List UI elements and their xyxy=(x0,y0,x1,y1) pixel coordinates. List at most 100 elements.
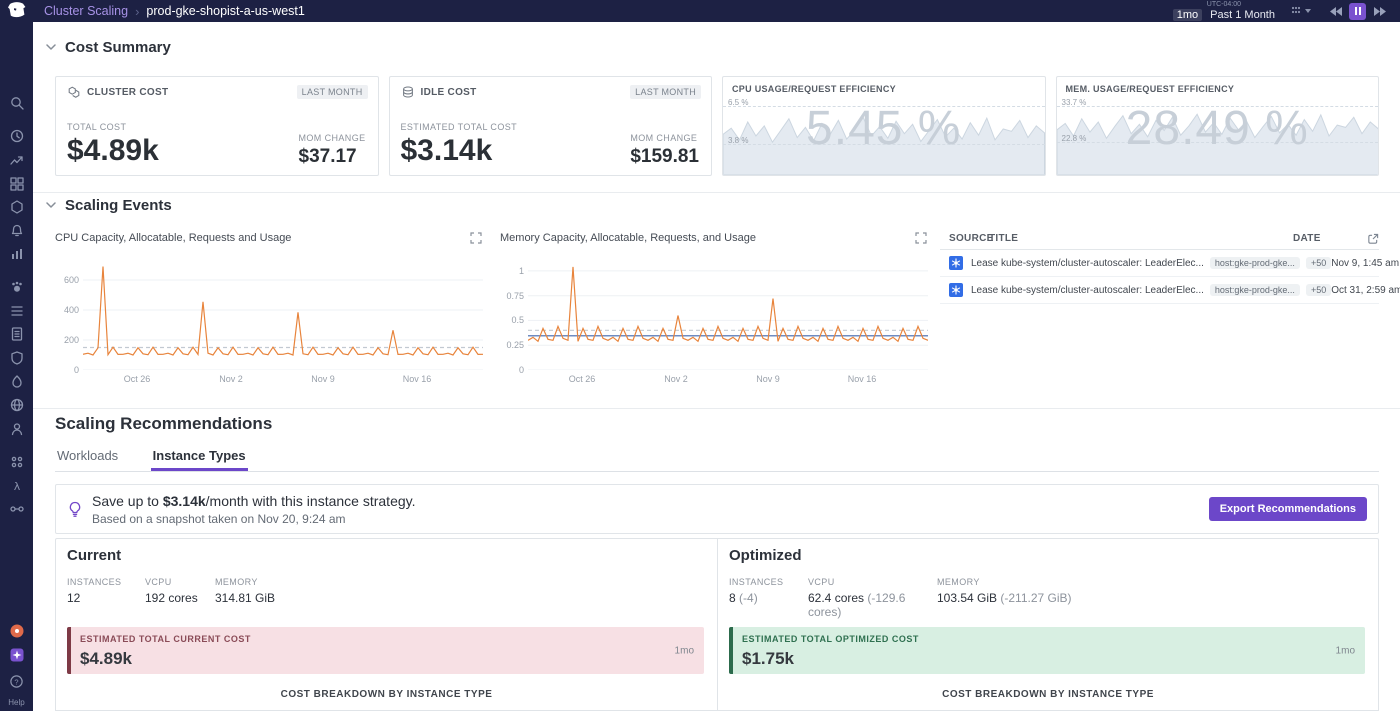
help-icon[interactable]: ? xyxy=(0,674,33,689)
dashboards-icon[interactable] xyxy=(0,176,33,192)
x-tick: Nov 16 xyxy=(848,374,877,384)
recents-icon[interactable] xyxy=(0,128,33,144)
rewind-button[interactable] xyxy=(1327,3,1344,20)
y-tick: 0 xyxy=(500,365,524,375)
memory-delta: (-211.27 GiB) xyxy=(1000,591,1071,605)
current-panel: Current INSTANCES 12 VCPU 192 cores MEMO… xyxy=(56,539,717,710)
section-divider xyxy=(33,192,1400,193)
memory-capacity-plot[interactable] xyxy=(528,256,928,370)
cost-breakdown-heading: COST BREAKDOWN BY INSTANCE TYPE xyxy=(56,689,717,700)
x-tick: Nov 9 xyxy=(311,374,335,384)
sidebar-nav: λ ? Help xyxy=(0,0,33,711)
idle-cost-card: IDLE COST LAST MONTH ESTIMATED TOTAL COS… xyxy=(389,76,713,176)
instances-stat: INSTANCES 8 (-4) xyxy=(729,577,808,619)
y-tick: 600 xyxy=(55,275,79,285)
ref-line-bottom-label: 3.8 % xyxy=(728,136,748,145)
range-badge: 1mo xyxy=(1336,645,1355,656)
lightbulb-icon xyxy=(67,501,83,518)
x-tick: Nov 16 xyxy=(403,374,432,384)
pause-icon xyxy=(1355,7,1357,15)
host-tag[interactable]: host:gke-prod-gke... xyxy=(1210,284,1300,296)
logs-icon[interactable] xyxy=(0,326,33,342)
savings-banner: Save up to $3.14k/month with this instan… xyxy=(55,484,1379,534)
forward-icon xyxy=(1373,6,1387,17)
col-date: DATE xyxy=(1293,233,1357,244)
tab-instance-types[interactable]: Instance Types xyxy=(151,446,248,471)
card-label: CPU USAGE/REQUEST EFFICIENCY xyxy=(732,84,896,94)
bits-ai-icon[interactable] xyxy=(0,647,33,663)
monitors-icon[interactable] xyxy=(0,222,33,238)
metrics-icon[interactable] xyxy=(0,246,33,262)
watchdog-icon[interactable] xyxy=(0,279,33,295)
apm-icon[interactable] xyxy=(0,374,33,390)
more-tags-badge[interactable]: +50 xyxy=(1306,284,1331,296)
view-options-button[interactable] xyxy=(1291,6,1311,16)
playback-controls xyxy=(1327,3,1388,20)
svg-text:?: ? xyxy=(14,677,18,686)
rum-icon[interactable] xyxy=(0,421,33,437)
last-month-badge: LAST MONTH xyxy=(297,85,368,99)
breadcrumb-section-link[interactable]: Cluster Scaling xyxy=(44,4,128,18)
time-range-label: Past 1 Month xyxy=(1210,9,1275,21)
search-icon[interactable] xyxy=(0,95,33,111)
optimized-cost-bar: ESTIMATED TOTAL OPTIMIZED COST $1.75k 1m… xyxy=(729,627,1365,674)
scaling-events-title: Scaling Events xyxy=(65,197,172,214)
snapshot-note: Based on a snapshot taken on Nov 20, 9:2… xyxy=(92,512,416,526)
event-date: Nov 9, 1:45 am xyxy=(1331,258,1399,269)
scaling-recommendations-title: Scaling Recommendations xyxy=(55,414,272,434)
kubernetes-icon xyxy=(949,283,963,297)
pause-button[interactable] xyxy=(1349,3,1366,20)
cost-summary-cards: CLUSTER COST LAST MONTH TOTAL COST $4.89… xyxy=(55,76,1379,176)
open-in-events-icon[interactable] xyxy=(1357,233,1379,245)
y-tick: 200 xyxy=(55,335,79,345)
cluster-cost-icon xyxy=(67,85,81,99)
x-tick: Oct 26 xyxy=(569,374,596,384)
y-tick: 1 xyxy=(500,266,524,276)
expand-icon[interactable] xyxy=(915,232,927,244)
instances-stat: INSTANCES 12 xyxy=(67,577,145,605)
breadcrumb-page: prod-gke-shopist-a-us-west1 xyxy=(146,4,304,18)
memory-stat: MEMORY 103.54 GiB (-211.27 GiB) xyxy=(937,577,1072,619)
chart-title: Memory Capacity, Allocatable, Requests, … xyxy=(500,232,756,244)
time-range-shortcut[interactable]: 1mo xyxy=(1173,9,1202,21)
datadog-logo[interactable] xyxy=(6,1,28,21)
security-icon[interactable] xyxy=(0,350,33,366)
savings-headline: Save up to $3.14k/month with this instan… xyxy=(92,493,416,509)
collapse-chevron-icon[interactable] xyxy=(46,38,56,56)
more-tags-badge[interactable]: +50 xyxy=(1306,257,1331,269)
cost-summary-header: Cost Summary xyxy=(46,38,171,56)
oncall-icon[interactable] xyxy=(0,623,33,639)
cpu-capacity-plot[interactable] xyxy=(83,256,483,370)
event-row[interactable]: Lease kube-system/cluster-autoscaler: Le… xyxy=(940,250,1379,277)
expand-icon[interactable] xyxy=(470,232,482,244)
y-tick: 0 xyxy=(55,365,79,375)
forward-button[interactable] xyxy=(1371,3,1388,20)
infrastructure-icon[interactable] xyxy=(0,199,33,215)
collapse-chevron-icon[interactable] xyxy=(46,196,56,214)
chevron-down-icon xyxy=(1305,9,1311,13)
cluster-scaling-page: Cluster Scaling › prod-gke-shopist-a-us-… xyxy=(0,0,1400,711)
events-icon[interactable] xyxy=(0,303,33,319)
ci-icon[interactable] xyxy=(0,501,33,517)
change-label: MOM CHANGE xyxy=(299,133,366,143)
time-range-selector[interactable]: UTC-04:00 1mo Past 1 Month xyxy=(1173,1,1275,21)
memory-capacity-chart: Memory Capacity, Allocatable, Requests, … xyxy=(500,228,930,386)
grid-dots-icon xyxy=(1291,6,1301,16)
tab-workloads[interactable]: Workloads xyxy=(55,446,120,471)
cluster-cost-card: CLUSTER COST LAST MONTH TOTAL COST $4.89… xyxy=(55,76,379,176)
x-tick: Nov 2 xyxy=(219,374,243,384)
integrations-icon[interactable] xyxy=(0,454,33,470)
trend-icon[interactable] xyxy=(0,152,33,168)
current-heading: Current xyxy=(67,547,121,564)
mom-change-value: $159.81 xyxy=(630,147,699,166)
card-label: CLUSTER COST xyxy=(87,87,168,98)
serverless-icon[interactable]: λ xyxy=(0,478,33,494)
breadcrumb-separator-icon: › xyxy=(135,4,139,19)
mem-efficiency-card: MEM. USAGE/REQUEST EFFICIENCY 33.7 % 22.… xyxy=(1056,76,1380,176)
synthetics-icon[interactable] xyxy=(0,397,33,413)
event-row[interactable]: Lease kube-system/cluster-autoscaler: Le… xyxy=(940,277,1379,304)
optimized-heading: Optimized xyxy=(729,547,802,564)
section-divider xyxy=(33,408,1400,409)
export-recommendations-button[interactable]: Export Recommendations xyxy=(1209,497,1367,521)
host-tag[interactable]: host:gke-prod-gke... xyxy=(1210,257,1300,269)
